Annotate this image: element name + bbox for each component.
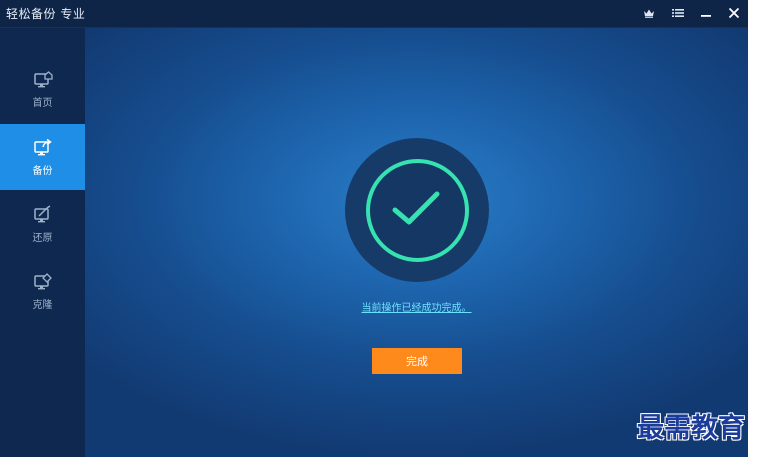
app-window: 轻松备份 专业 首页 备份 还原 克隆 当前操作已经成功完成。 完成 xyxy=(0,0,748,457)
sidebar-item-label: 还原 xyxy=(32,232,53,244)
main-panel: 当前操作已经成功完成。 完成 xyxy=(85,28,748,457)
restore-monitor-icon xyxy=(33,204,50,222)
sidebar-item-label: 首页 xyxy=(32,97,53,109)
title-bar: 轻松备份 专业 xyxy=(0,0,748,28)
sidebar-item-label: 克隆 xyxy=(32,299,53,311)
crown-icon[interactable] xyxy=(639,3,659,23)
close-icon[interactable] xyxy=(724,3,744,23)
home-monitor-icon xyxy=(33,70,53,87)
minimize-icon[interactable] xyxy=(696,3,716,23)
sidebar: 首页 备份 还原 克隆 xyxy=(0,28,85,457)
menu-icon[interactable] xyxy=(668,3,688,23)
watermark-text: 最需教育 xyxy=(637,413,745,444)
sidebar-item-clone[interactable]: 克隆 xyxy=(0,258,85,324)
backup-monitor-icon xyxy=(33,138,52,155)
sidebar-item-restore[interactable]: 还原 xyxy=(0,191,85,257)
app-title: 轻松备份 专业 xyxy=(6,7,86,21)
window-edge xyxy=(748,0,761,457)
sidebar-item-home[interactable]: 首页 xyxy=(0,56,85,122)
status-message-link[interactable]: 当前操作已经成功完成。 xyxy=(85,299,748,314)
clone-monitor-icon xyxy=(33,272,52,289)
sidebar-item-label: 备份 xyxy=(32,165,53,177)
sidebar-item-backup[interactable]: 备份 xyxy=(0,124,85,190)
finish-button[interactable]: 完成 xyxy=(372,348,462,374)
checkmark-icon xyxy=(392,191,440,225)
